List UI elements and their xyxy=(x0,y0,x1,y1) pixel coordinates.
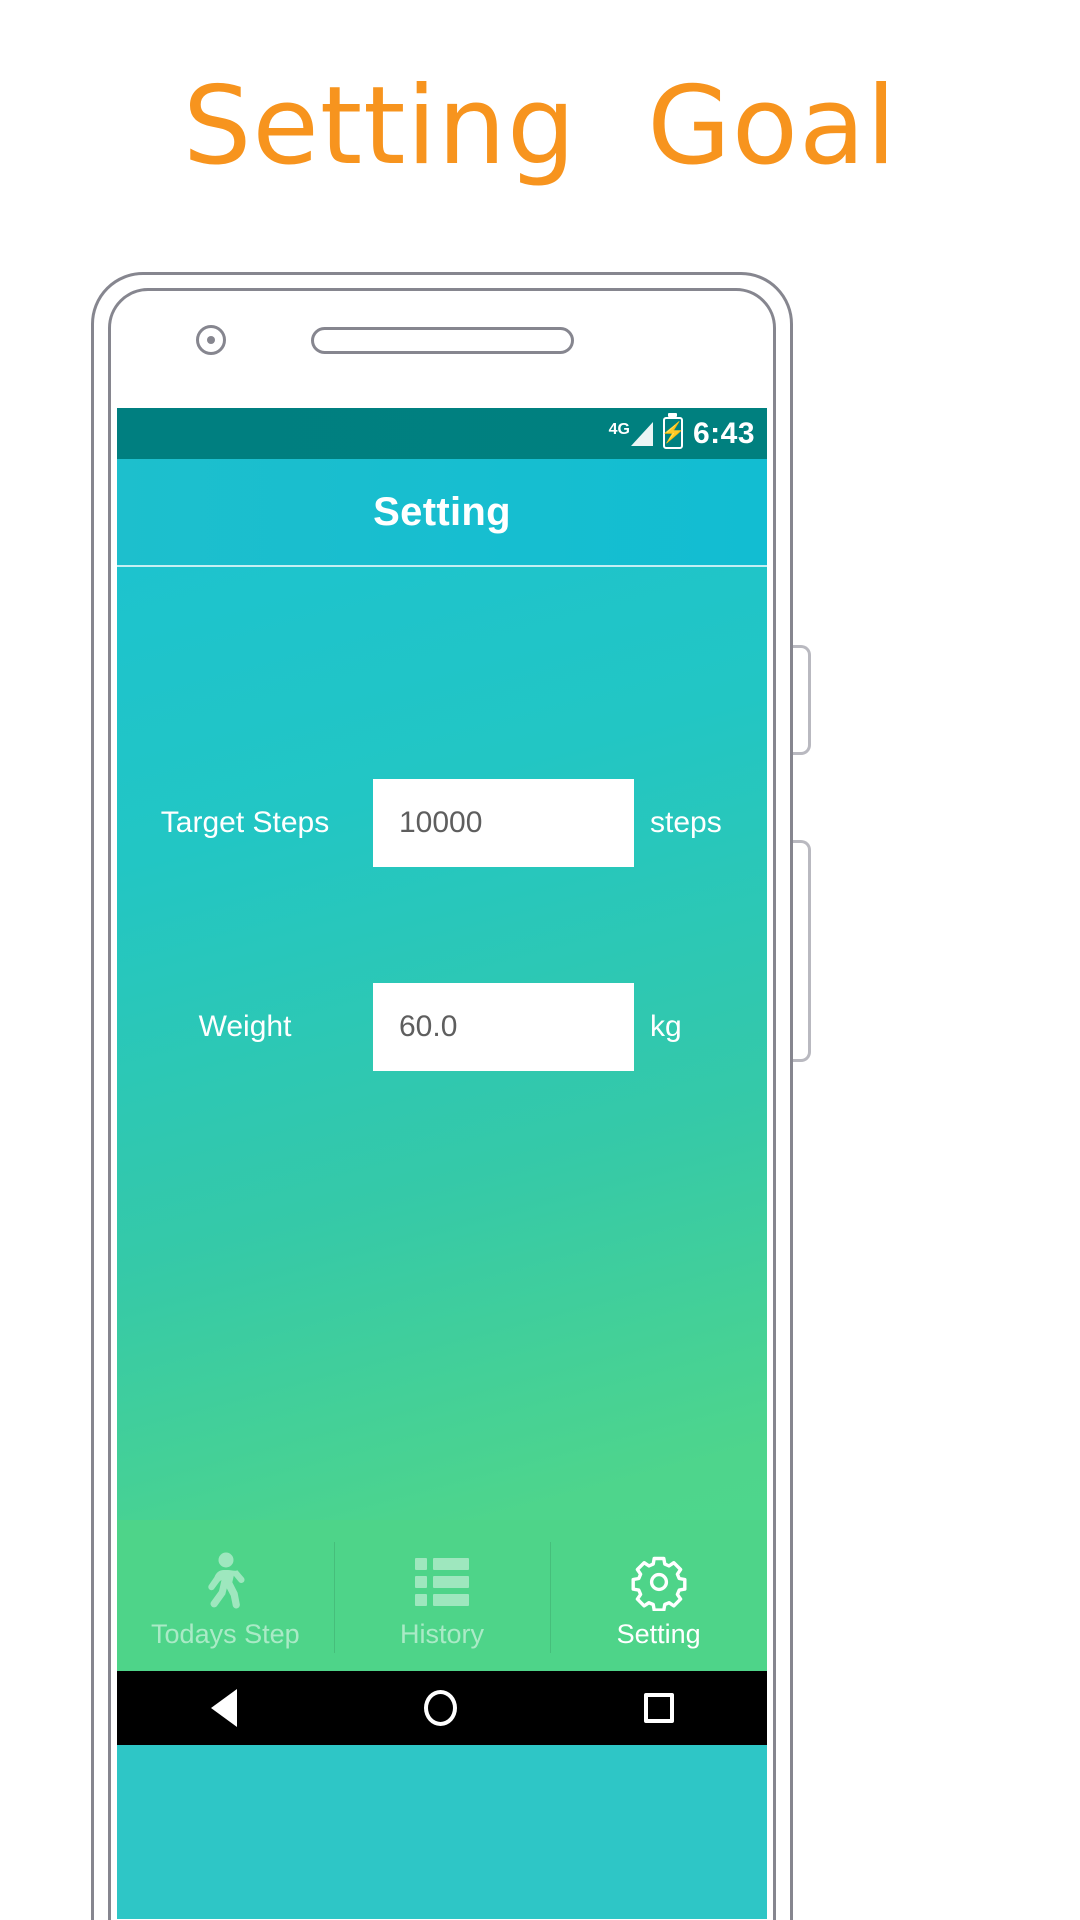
app-bar-title: Setting xyxy=(373,489,511,534)
tab-history[interactable]: History xyxy=(333,1520,551,1671)
tab-todays-step[interactable]: Todays Step xyxy=(117,1520,334,1671)
weight-unit: kg xyxy=(650,1010,682,1043)
bottom-tab-bar: Todays Step History Setting xyxy=(117,1520,767,1671)
list-icon xyxy=(413,1549,471,1615)
speaker-icon xyxy=(311,327,574,354)
phone-screen: 4G ⚡ 6:43 Setting Target Steps 10000 ste… xyxy=(117,408,767,1919)
network-type-label: 4G xyxy=(608,420,630,438)
status-bar-clock: 6:43 xyxy=(692,416,755,450)
settings-content: Target Steps 10000 steps Weight 60.0 kg xyxy=(117,567,767,1745)
tab-history-label: History xyxy=(400,1619,485,1649)
page-root: Setting Goal 4G ⚡ 6:43 Setting Target St… xyxy=(0,0,1080,1920)
volume-button[interactable] xyxy=(793,645,811,755)
walking-person-icon xyxy=(199,1549,251,1615)
tab-setting[interactable]: Setting xyxy=(550,1520,767,1671)
field-row-target-steps: Target Steps 10000 steps xyxy=(117,779,767,867)
weight-label: Weight xyxy=(198,1010,292,1043)
field-row-weight: Weight 60.0 kg xyxy=(117,983,767,1071)
signal-bars-icon: 4G xyxy=(609,418,653,450)
battery-charging-icon: ⚡ xyxy=(660,412,686,449)
home-circle-icon[interactable] xyxy=(423,1690,457,1726)
tab-setting-label: Setting xyxy=(616,1619,701,1649)
status-bar: 4G ⚡ 6:43 xyxy=(117,408,767,459)
battery-bolt-glyph: ⚡ xyxy=(660,421,686,444)
gear-icon xyxy=(630,1549,688,1615)
tab-todays-step-label: Todays Step xyxy=(151,1619,300,1649)
page-title: Setting Goal xyxy=(182,64,898,189)
weight-input[interactable]: 60.0 xyxy=(373,983,634,1071)
app-bar: Setting xyxy=(117,459,767,567)
recents-square-icon[interactable] xyxy=(643,1693,674,1723)
target-steps-label: Target Steps xyxy=(160,806,330,839)
signal-triangle xyxy=(630,421,653,446)
status-bar-right: 4G ⚡ 6:43 xyxy=(609,412,755,451)
power-button[interactable] xyxy=(793,840,811,1062)
target-steps-input[interactable]: 10000 xyxy=(373,779,634,867)
android-navigation-bar xyxy=(117,1671,767,1745)
camera-icon xyxy=(196,325,226,355)
target-steps-unit: steps xyxy=(650,806,722,839)
back-triangle-icon[interactable] xyxy=(210,1689,237,1727)
